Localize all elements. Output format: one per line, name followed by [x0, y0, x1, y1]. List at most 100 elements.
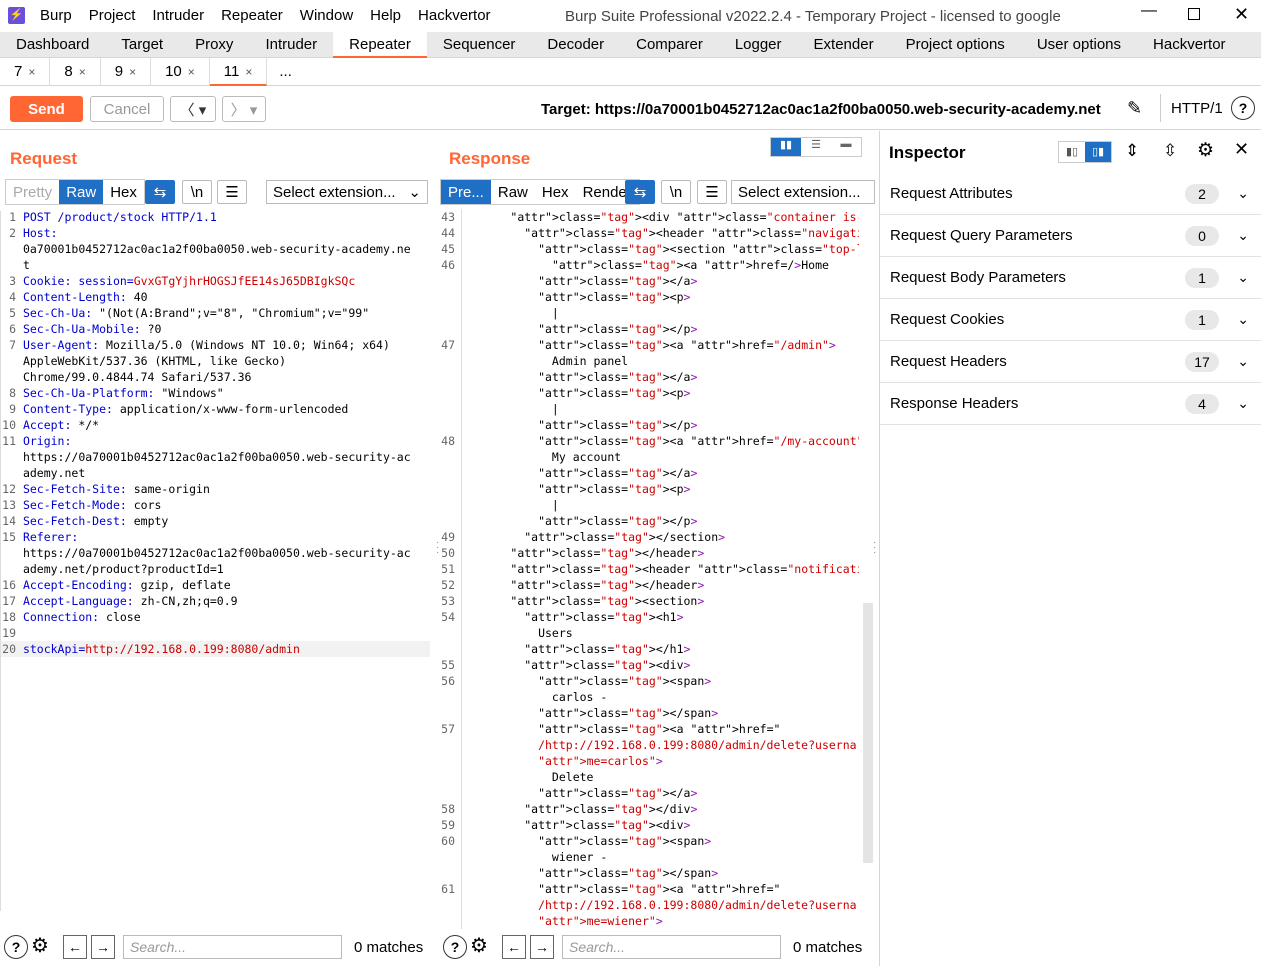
response-editor[interactable]: 43 "attr">class="tag"><div "attr">class=… [439, 209, 859, 929]
menu-item-hackvertor[interactable]: Hackvertor [418, 7, 491, 24]
response-wrap-lines-icon[interactable]: ⇆ [625, 180, 655, 204]
request-menu-icon[interactable]: ☰ [217, 180, 247, 204]
request-show-newlines-button[interactable]: \n [182, 180, 212, 204]
request-view-raw[interactable]: Raw [59, 180, 104, 204]
response-search-input[interactable]: Search... [562, 935, 781, 959]
inspector-settings-gear-icon[interactable]: ⚙ [1197, 139, 1214, 162]
back-history-button[interactable]: 〈 ▾ [170, 96, 216, 122]
send-button[interactable]: Send [10, 96, 83, 122]
main-tab-comparer[interactable]: Comparer [620, 32, 719, 58]
request-line: 4 Content-Length: 40 [0, 289, 430, 305]
inspector-section-request-attributes[interactable]: Request Attributes 2 ⌄ [880, 173, 1261, 215]
request-view-hex[interactable]: Hex [103, 180, 144, 204]
header-name: Content-Length: [22, 290, 127, 304]
header-name: Origin: [22, 434, 72, 448]
menu-item-intruder[interactable]: Intruder [152, 7, 204, 24]
window-title: Burp Suite Professional v2022.2.4 - Temp… [565, 8, 1061, 25]
chevron-down-icon[interactable]: ⌄ [1237, 185, 1249, 202]
inspector-section-request-headers[interactable]: Request Headers 17 ⌄ [880, 341, 1261, 383]
main-tab-hackvertor[interactable]: Hackvertor [1137, 32, 1242, 58]
menu-item-help[interactable]: Help [370, 7, 401, 24]
inspector-layout-right-icon[interactable]: ▯▮ [1085, 142, 1111, 162]
request-line: 7 User-Agent: Mozilla/5.0 (Windows NT 10… [0, 337, 430, 353]
close-tab-icon[interactable]: × [79, 65, 86, 79]
line-number: 50 [441, 546, 455, 560]
minimize-icon[interactable]: — [1141, 2, 1157, 20]
menu-item-repeater[interactable]: Repeater [221, 7, 283, 24]
chevron-down-icon[interactable]: ⌄ [1237, 353, 1249, 370]
cancel-button[interactable]: Cancel [90, 96, 164, 122]
main-tab-logger[interactable]: Logger [719, 32, 798, 58]
close-tab-icon[interactable]: × [28, 65, 35, 79]
response-view-raw[interactable]: Raw [491, 180, 535, 204]
maximize-icon[interactable] [1188, 8, 1200, 20]
line-number: 44 [441, 226, 455, 240]
repeater-tab-9[interactable]: 9 × [101, 57, 152, 86]
main-tab-sequencer[interactable]: Sequencer [427, 32, 532, 58]
response-scrollbar[interactable] [863, 603, 873, 863]
chevron-down-icon[interactable]: ⌄ [1237, 269, 1249, 286]
chevron-down-icon: ⌄ [408, 184, 421, 201]
layout-tabs-icon[interactable]: ▬ [831, 138, 861, 156]
line-number: 57 [441, 722, 455, 736]
repeater-tab-7[interactable]: 7 × [0, 57, 51, 86]
close-tab-icon[interactable]: × [129, 65, 136, 79]
request-next-match-arrow-icon[interactable]: → [91, 935, 115, 959]
help-icon[interactable]: ? [1231, 96, 1255, 120]
edit-target-icon[interactable]: ✎ [1127, 98, 1142, 119]
main-tab-dashboard[interactable]: Dashboard [0, 32, 105, 58]
inspector-splitter-handle[interactable]: · · · [873, 538, 876, 558]
request-wrap-lines-icon[interactable]: ⇆ [145, 180, 175, 204]
inspector-layout-left-icon[interactable]: ▮▯ [1059, 142, 1085, 162]
main-tab-decoder[interactable]: Decoder [531, 32, 620, 58]
chevron-down-icon[interactable]: ⌄ [1237, 395, 1249, 412]
main-tab-repeater[interactable]: Repeater [333, 31, 427, 58]
chevron-down-icon[interactable]: ⌄ [1237, 227, 1249, 244]
inspector-section-request-query-parameters[interactable]: Request Query Parameters 0 ⌄ [880, 215, 1261, 257]
inspector-close-icon[interactable]: ✕ [1234, 139, 1249, 160]
response-select-extension[interactable]: Select extension... [731, 180, 875, 204]
layout-side-by-side-icon[interactable]: ▮▮ [771, 138, 801, 156]
request-prev-match-arrow-icon[interactable]: ← [63, 935, 87, 959]
forward-history-button[interactable]: 〉 ▾ [222, 96, 266, 122]
response-menu-icon[interactable]: ☰ [697, 180, 727, 204]
repeater-tab-11[interactable]: 11 × [209, 57, 268, 86]
request-view-pretty[interactable]: Pretty [6, 180, 59, 204]
main-tab-target[interactable]: Target [105, 32, 179, 58]
main-tab-project-options[interactable]: Project options [890, 32, 1021, 58]
response-prev-match-arrow-icon[interactable]: ← [502, 935, 526, 959]
menu-item-burp[interactable]: Burp [40, 7, 72, 24]
expand-all-icon[interactable]: ⇕ [1125, 141, 1139, 161]
request-select-extension[interactable]: Select extension... ⌄ [266, 180, 428, 204]
request-help-icon[interactable]: ? [4, 935, 28, 959]
response-next-match-arrow-icon[interactable]: → [530, 935, 554, 959]
request-settings-gear-icon[interactable]: ⚙ [31, 933, 49, 958]
response-view-pretty[interactable]: Pre... [441, 180, 491, 204]
response-view-hex[interactable]: Hex [535, 180, 576, 204]
inspector-section-response-headers[interactable]: Response Headers 4 ⌄ [880, 383, 1261, 425]
main-tab-proxy[interactable]: Proxy [179, 32, 249, 58]
request-editor[interactable]: 1 POST /product/stock HTTP/1.1 2 Host: 0a… [0, 209, 430, 909]
inspector-section-request-cookies[interactable]: Request Cookies 1 ⌄ [880, 299, 1261, 341]
http-version-toggle[interactable]: HTTP/1 [1171, 100, 1223, 117]
response-settings-gear-icon[interactable]: ⚙ [470, 933, 488, 958]
main-tab-extender[interactable]: Extender [798, 32, 890, 58]
repeater-tab-10[interactable]: 10 × [151, 57, 210, 86]
response-line-text: "attr">class="tag"></header> [510, 578, 705, 592]
close-tab-icon[interactable]: × [188, 65, 195, 79]
main-tab-user-options[interactable]: User options [1021, 32, 1137, 58]
inspector-section-request-body-parameters[interactable]: Request Body Parameters 1 ⌄ [880, 257, 1261, 299]
repeater-tab-more[interactable]: ... [267, 58, 304, 86]
response-show-newlines-button[interactable]: \n [661, 180, 691, 204]
chevron-down-icon[interactable]: ⌄ [1237, 311, 1249, 328]
collapse-all-icon[interactable]: ⇳ [1163, 141, 1177, 161]
menu-item-project[interactable]: Project [89, 7, 136, 24]
close-window-icon[interactable]: ✕ [1234, 4, 1249, 25]
main-tab-intruder[interactable]: Intruder [249, 32, 333, 58]
close-tab-icon[interactable]: × [245, 65, 252, 79]
menu-item-window[interactable]: Window [300, 7, 353, 24]
request-search-input[interactable]: Search... [123, 935, 342, 959]
repeater-tab-8[interactable]: 8 × [50, 57, 101, 86]
layout-stacked-icon[interactable]: ☰ [801, 138, 831, 156]
response-help-icon[interactable]: ? [443, 935, 467, 959]
